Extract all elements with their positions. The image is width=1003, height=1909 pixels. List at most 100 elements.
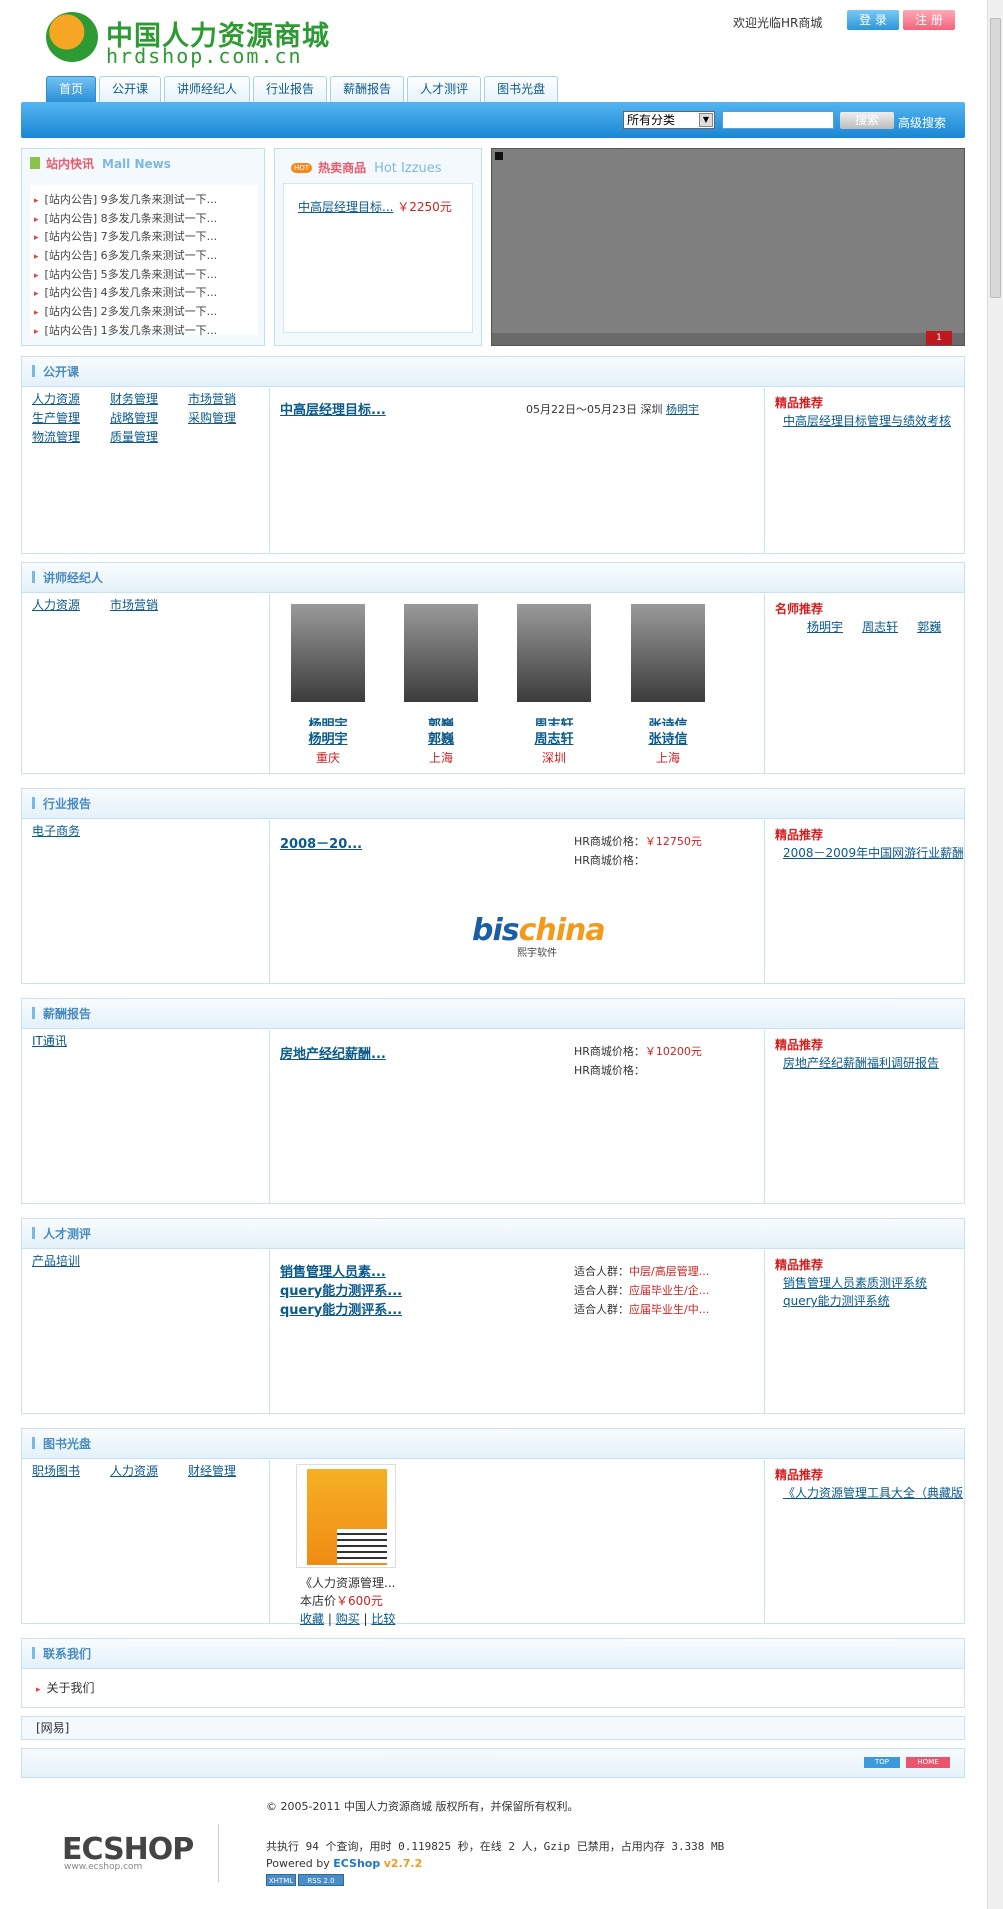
teacher-name[interactable]: 郭巍 [401, 728, 481, 747]
price-value: ￥12750元 [644, 835, 702, 848]
recommend-link[interactable]: 《人力资源管理工具大全（典藏版... [783, 1484, 963, 1501]
logo-part: china [518, 913, 606, 948]
category-link[interactable]: 质量管理 [110, 428, 188, 445]
hot-item-link[interactable]: 中高层经理目标... [298, 200, 393, 214]
news-title-en: Mall News [102, 157, 171, 171]
category-link[interactable]: 人力资源 [110, 1462, 188, 1479]
teacher-name[interactable]: 周志轩 [514, 728, 594, 747]
report-title-link[interactable]: 房地产经纪薪酬... [280, 1043, 386, 1062]
recommend-link[interactable]: query能力测评系统 [783, 1292, 963, 1309]
recommend-teacher-link[interactable]: 郭巍 [917, 620, 941, 634]
assess-title-link[interactable]: query能力测评系... [280, 1280, 402, 1299]
category-link[interactable]: 人力资源 [32, 596, 110, 613]
book-actions: 收藏 | 购买 | 比较 [300, 1612, 396, 1626]
scrollbar[interactable] [987, 0, 1003, 1909]
search-input[interactable] [722, 111, 834, 129]
favorite-link[interactable]: 收藏 [300, 1612, 324, 1626]
teacher-card[interactable]: 杨明宇 杨明宇 重庆 [288, 604, 368, 766]
banner-bar [492, 333, 964, 345]
category-link[interactable]: 财务管理 [110, 390, 188, 407]
course-date-city: 05月22日～05月23日 深圳 [526, 403, 663, 416]
teacher-photo[interactable] [517, 604, 591, 702]
recommend-link[interactable]: 房地产经纪薪酬福利调研报告 [783, 1054, 963, 1071]
assess-audience: 适合人群：中层/高层管理... [574, 1263, 709, 1279]
recommend-column: 精品推荐 房地产经纪薪酬福利调研报告 [764, 1030, 964, 1203]
teacher-name[interactable]: 张诗信 [628, 728, 708, 747]
query-stats: 共执行 94 个查询，用时 0.119825 秒，在线 2 人，Gzip 已禁用… [266, 1840, 725, 1853]
news-item[interactable]: [站内公告] 6多发几条来测试一下... [34, 247, 258, 266]
category-link[interactable]: IT通讯 [32, 1032, 110, 1049]
recommend-teacher-link[interactable]: 周志轩 [862, 620, 898, 634]
report-title-link[interactable]: 2008－20... [280, 833, 362, 852]
recommend-link[interactable]: 中高层经理目标管理与绩效考核 [783, 412, 963, 429]
advanced-search-link[interactable]: 高级搜索 [898, 114, 946, 131]
tab-home[interactable]: 首页 [46, 76, 97, 102]
book-title[interactable]: 《人力资源管理... [300, 1574, 395, 1591]
teacher-card[interactable]: 张诗信 张诗信 上海 [628, 604, 708, 766]
news-item[interactable]: [站内公告] 7多发几条来测试一下... [34, 228, 258, 247]
category-link[interactable]: 市场营销 [110, 596, 188, 613]
tab-assess[interactable]: 人才测评 [407, 76, 482, 102]
powered-name[interactable]: ECShop [333, 1857, 380, 1870]
register-button[interactable]: 注 册 [903, 10, 955, 30]
home-button[interactable]: HOME [906, 1757, 950, 1768]
recommend-column: 名师推荐 杨明宇 周志轩 郭巍 [764, 594, 964, 773]
banner-slideshow[interactable]: 1 [491, 148, 965, 346]
back-to-top-button[interactable]: TOP [864, 1757, 900, 1768]
recommend-title: 精品推荐 [775, 1468, 824, 1482]
teacher-city: 上海 [655, 751, 680, 765]
category-link[interactable]: 财经管理 [188, 1462, 266, 1479]
recommend-link[interactable]: 2008－2009年中国网游行业薪酬福... [783, 844, 963, 861]
about-us-link[interactable]: 关于我们 [36, 1681, 95, 1695]
banner-page-number[interactable]: 1 [926, 331, 952, 345]
tab-industry[interactable]: 行业报告 [253, 76, 328, 102]
teacher-photo[interactable] [291, 604, 365, 702]
category-list: 职场图书 人力资源 财经管理 [32, 1462, 266, 1479]
xhtml-badge[interactable]: XHTML [266, 1874, 296, 1886]
category-link[interactable]: 产品培训 [32, 1252, 110, 1269]
search-button[interactable]: 搜索 [840, 112, 894, 129]
buy-link[interactable]: 购买 [336, 1612, 360, 1626]
recommend-teacher-link[interactable]: 杨明宇 [807, 620, 843, 634]
category-link[interactable]: 人力资源 [32, 390, 110, 407]
teacher-photo[interactable] [631, 604, 705, 702]
assess-title-link[interactable]: 销售管理人员素... [280, 1261, 386, 1280]
teacher-photo[interactable] [404, 604, 478, 702]
recommend-link[interactable]: 销售管理人员素质测评系统 [783, 1274, 963, 1291]
teacher-name[interactable]: 杨明宇 [288, 728, 368, 747]
tab-courses[interactable]: 公开课 [99, 76, 162, 102]
rss-badge[interactable]: RSS 2.0 [298, 1874, 344, 1886]
teacher-card[interactable]: 周志轩 周志轩 深圳 [514, 604, 594, 766]
site-logo[interactable]: 中国人力资源商城 hrdshop.com.cn [46, 10, 329, 68]
category-link[interactable]: 市场营销 [188, 390, 266, 407]
book-price-value: ￥600元 [336, 1594, 383, 1608]
category-select[interactable]: 所有分类 ▼ [623, 111, 715, 129]
news-item[interactable]: [站内公告] 5多发几条来测试一下... [34, 266, 258, 285]
category-link[interactable]: 采购管理 [188, 409, 266, 426]
book-cover[interactable] [296, 1464, 396, 1568]
category-link[interactable]: 物流管理 [32, 428, 110, 445]
course-teacher-link[interactable]: 杨明宇 [666, 403, 699, 416]
category-link[interactable]: 职场图书 [32, 1462, 110, 1479]
category-link[interactable]: 战略管理 [110, 409, 188, 426]
section-title: 讲师经纪人 [22, 563, 964, 593]
login-button[interactable]: 登 录 [847, 10, 899, 30]
news-item[interactable]: [站内公告] 4多发几条来测试一下... [34, 284, 258, 303]
tab-teachers[interactable]: 讲师经纪人 [164, 76, 251, 102]
teacher-card[interactable]: 郭巍 郭巍 上海 [401, 604, 481, 766]
news-item[interactable]: [站内公告] 1多发几条来测试一下... [34, 322, 258, 341]
assess-title-link[interactable]: query能力测评系... [280, 1299, 402, 1318]
news-item[interactable]: [站内公告] 8多发几条来测试一下... [34, 210, 258, 229]
friend-link[interactable]: [网易] [36, 1721, 69, 1735]
news-item[interactable]: [站内公告] 2多发几条来测试一下... [34, 303, 258, 322]
course-title-link[interactable]: 中高层经理目标... [280, 399, 386, 418]
category-link[interactable]: 电子商务 [32, 822, 110, 839]
category-column: 产品培训 [22, 1250, 270, 1413]
compare-link[interactable]: 比较 [371, 1612, 395, 1626]
tab-books[interactable]: 图书光盘 [484, 76, 559, 102]
news-item[interactable]: [站内公告] 9多发几条来测试一下... [34, 191, 258, 210]
tab-salary[interactable]: 薪酬报告 [330, 76, 405, 102]
scrollbar-thumb[interactable] [990, 18, 1001, 298]
category-link[interactable]: 生产管理 [32, 409, 110, 426]
chevron-down-icon: ▼ [699, 113, 713, 127]
